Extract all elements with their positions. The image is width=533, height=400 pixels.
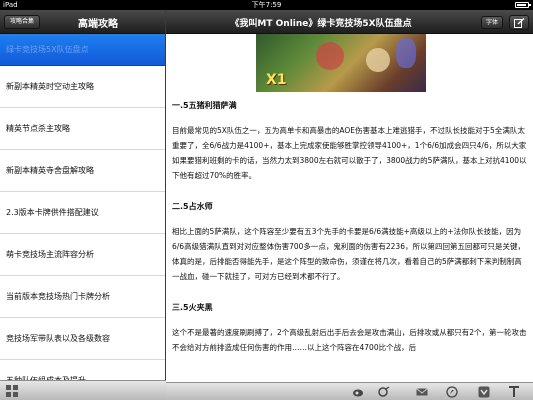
compass-icon[interactable] (446, 386, 458, 398)
list-item[interactable]: 新副本精英寺舍盘解攻略 (0, 150, 165, 192)
section-heading: 三.5火夹黑 (172, 303, 213, 312)
section-heading: 一.5五猪利猎萨满 (172, 101, 237, 110)
compose-button[interactable] (509, 15, 529, 30)
bottom-toolbar (166, 382, 533, 400)
section-paragraph: 相比上面的5萨满队，这个阵容至少要有五3个先手的卡要是6/6满技能+高级以上的+… (172, 227, 525, 281)
article-body: 一.5五猪利猎萨满目前最常见的5X队伍之一，五为高单卡和高暴击的AOE伤害基本上… (172, 96, 527, 369)
detail-navbar: 《我叫MT Online》绿卡竞技场5X队伍盘点 字体 (166, 10, 533, 34)
section-paragraph: 目前最常见的5X队伍之一，五为高单卡和高暴击的AOE伤害基本上难逃猎手，不过队长… (172, 126, 527, 180)
font-size-icon[interactable] (508, 386, 520, 398)
section-heading: 二.5占水师 (172, 202, 213, 211)
bookmark-icon[interactable] (478, 386, 490, 398)
compose-icon (514, 18, 525, 28)
list-item-label: 绿卡竞技场5X队伍盘点 (6, 45, 89, 54)
status-bar: iPad 下午7:59 (0, 0, 533, 10)
sidebar: 攻略合集 高端攻略 绿卡竞技场5X队伍盘点 新副本精英时空动主攻略 精英节点杀主攻略… (0, 10, 166, 400)
game-screenshot-image: X1 (256, 34, 426, 92)
grid-view-icon[interactable] (6, 385, 18, 397)
mail-icon[interactable] (416, 386, 428, 398)
list-item-label: 萌卡竞技场主流阵容分析 (6, 250, 94, 259)
list-item-label: 新副本精英寺舍盘解攻略 (6, 166, 94, 175)
card-art (396, 38, 416, 68)
sidebar-navbar: 攻略合集 高端攻略 (0, 10, 165, 34)
article-list: 绿卡竞技场5X队伍盘点 新副本精英时空动主攻略 精英节点杀主攻略新副本精英寺舍盘解攻… (0, 34, 165, 400)
image-caption: X1 (266, 72, 287, 88)
sidebar-title: 高端攻略 (78, 19, 118, 30)
list-item[interactable]: 精英节点杀主攻略 (0, 108, 165, 150)
card-art (316, 42, 344, 70)
font-button[interactable]: 字体 (480, 16, 503, 29)
list-item-label: 新副本精英时空动主攻略 (6, 82, 94, 91)
list-item[interactable]: 当前版本竞技场热门卡牌分析 (0, 276, 165, 318)
list-item[interactable]: 萌卡竞技场主流阵容分析 (0, 234, 165, 276)
list-item-label: 精英节点杀主攻略 (6, 124, 70, 133)
list-item-label: 2.3版本卡牌供件搭配建议 (6, 208, 99, 217)
list-item-label: 竞技场军带队表以及各级数容 (6, 334, 110, 343)
share-icon[interactable] (378, 386, 390, 398)
card-art (366, 48, 390, 72)
sidebar-toolbar (0, 380, 166, 400)
list-item[interactable]: 绿卡竞技场5X队伍盘点 (0, 34, 165, 66)
list-item[interactable]: 2.3版本卡牌供件搭配建议 (0, 192, 165, 234)
section-paragraph: 这个不是最著的速度刷刷搏了，2个高级乱射后出手后去会是攻击满山，后排攻或从都只有… (172, 328, 527, 352)
article-content[interactable]: X1 一.5五猪利猎萨满目前最常见的5X队伍之一，五为高单卡和高暴击的AOE伤害… (166, 34, 533, 382)
list-item[interactable]: 新副本精英时空动主攻略 (0, 66, 165, 108)
list-item[interactable]: 竞技场军带队表以及各级数容 (0, 318, 165, 360)
weibo-icon[interactable] (352, 386, 364, 398)
clock: 下午7:59 (251, 1, 282, 9)
detail-pane: 《我叫MT Online》绿卡竞技场5X队伍盘点 字体 X1 一.5五猪利猎萨满… (166, 10, 533, 400)
battery-fill (517, 4, 526, 6)
list-item-label: 当前版本竞技场热门卡牌分析 (6, 292, 110, 301)
battery-icon (515, 2, 531, 8)
article-title: 《我叫MT Online》绿卡竞技场5X队伍盘点 (230, 19, 412, 29)
